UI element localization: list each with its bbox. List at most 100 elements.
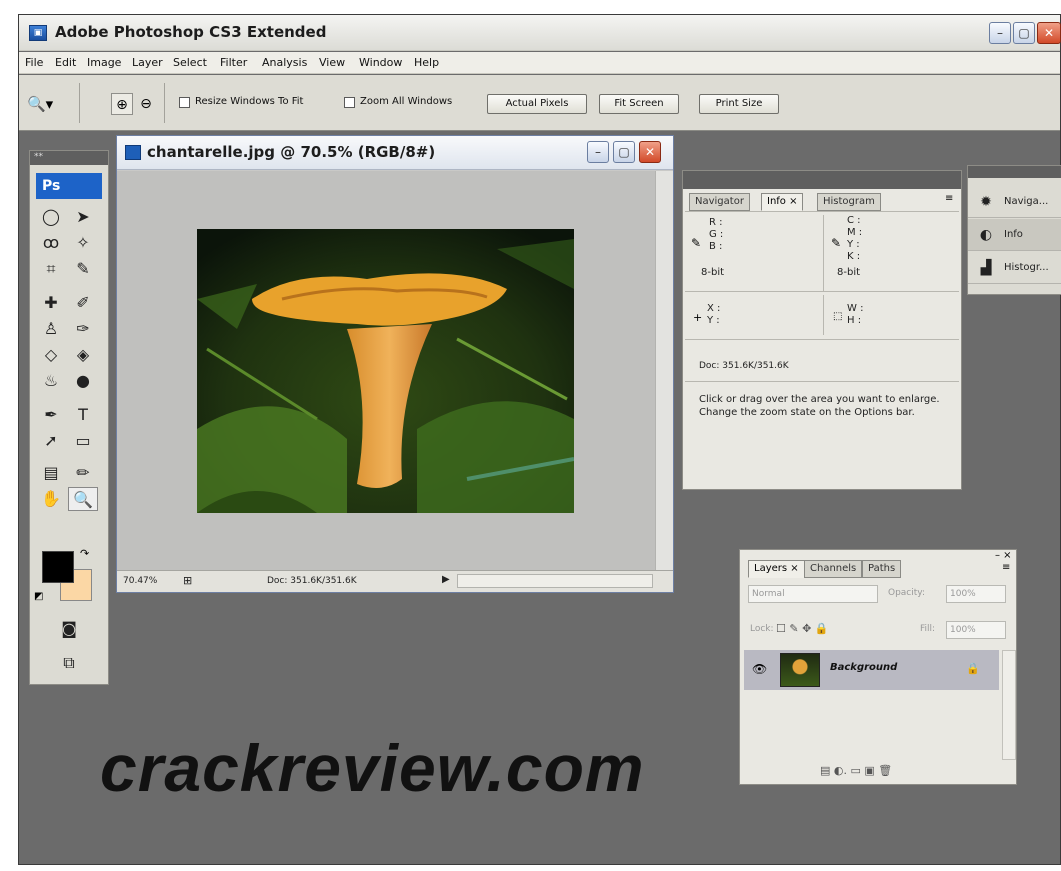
panel-close-icon[interactable]: – × — [995, 550, 1012, 561]
marquee-tool-icon[interactable]: ◯ — [36, 205, 66, 229]
visibility-eye-icon[interactable]: 👁 — [752, 662, 767, 676]
layer-thumbnail — [780, 653, 820, 687]
divider — [685, 339, 959, 340]
layers-menu-icon[interactable]: ≡ — [1002, 562, 1010, 573]
canvas-area[interactable] — [117, 171, 655, 570]
doc-minimize-button[interactable]: – — [587, 141, 609, 163]
clone-stamp-tool-icon[interactable]: ♙ — [36, 317, 66, 341]
menu-file[interactable]: File — [25, 56, 43, 69]
screen-mode-icon[interactable]: ⧉ — [54, 651, 84, 675]
menu-window[interactable]: Window — [359, 56, 402, 69]
horizontal-scrollbar[interactable] — [457, 574, 653, 588]
tab-histogram[interactable]: Histogram — [817, 193, 881, 211]
info-bit-right: 8-bit — [837, 267, 861, 278]
doc-close-button[interactable]: ✕ — [639, 141, 661, 163]
move-tool-icon[interactable]: ➤ — [68, 205, 98, 229]
watermark-text: crackreview.com — [100, 731, 645, 805]
info-b-label: B : — [709, 241, 723, 252]
menu-edit[interactable]: Edit — [55, 56, 76, 69]
minimize-button[interactable]: – — [989, 22, 1011, 44]
layer-name[interactable]: Background — [830, 662, 897, 673]
magic-wand-tool-icon[interactable]: ✧ — [68, 231, 98, 255]
quick-mask-icon[interactable]: ◙ — [54, 617, 84, 641]
dock-item-navigator[interactable]: ✹ Naviga... — [968, 186, 1061, 218]
paint-bucket-tool-icon[interactable]: ◈ — [68, 343, 98, 367]
zoom-in-icon[interactable]: ⊕ — [111, 93, 133, 115]
tab-info[interactable]: Info × — [761, 193, 804, 211]
zoom-tool-preset-icon[interactable]: 🔍▾ — [27, 93, 65, 115]
hand-tool-icon[interactable]: ✋ — [36, 487, 66, 511]
menu-bar: File Edit Image Layer Select Filter Anal… — [19, 52, 1060, 74]
dock-item-histogram[interactable]: ▟ Histogr... — [968, 252, 1061, 284]
menu-filter[interactable]: Filter — [220, 56, 247, 69]
healing-brush-tool-icon[interactable]: ✚ — [36, 291, 66, 315]
eraser-tool-icon[interactable]: ◇ — [36, 343, 66, 367]
actual-pixels-button[interactable]: Actual Pixels — [487, 94, 587, 114]
status-preview-icon[interactable]: ⊞ — [183, 574, 192, 587]
blend-mode-select[interactable]: Normal — [748, 585, 878, 603]
layer-row-background[interactable]: 👁 Background 🔒 — [744, 650, 999, 690]
menu-analysis[interactable]: Analysis — [262, 56, 307, 69]
info-panel: Navigator Info × Histogram ≡ ✎ R : G : B… — [682, 170, 962, 490]
print-size-button[interactable]: Print Size — [699, 94, 779, 114]
tab-channels[interactable]: Channels — [804, 560, 863, 578]
foreground-color-swatch[interactable] — [42, 551, 74, 583]
menu-help[interactable]: Help — [414, 56, 439, 69]
layers-scrollbar[interactable] — [1002, 650, 1016, 760]
dock-item-info[interactable]: ◐ Info — [968, 219, 1061, 251]
zoom-all-checkbox[interactable] — [344, 97, 355, 108]
dock-grip[interactable] — [968, 166, 1061, 178]
layer-lock-icon: 🔒 — [966, 662, 980, 675]
zoom-tool-icon[interactable]: 🔍 — [68, 487, 98, 511]
menu-select[interactable]: Select — [173, 56, 207, 69]
type-tool-icon[interactable]: T — [68, 403, 98, 427]
lasso-tool-icon[interactable]: ꝏ — [36, 231, 66, 255]
notes-tool-icon[interactable]: ▤ — [36, 461, 66, 485]
opacity-input[interactable]: 100% — [946, 585, 1006, 603]
panel-menu-icon[interactable]: ≡ — [945, 193, 953, 204]
menu-view[interactable]: View — [319, 56, 345, 69]
blur-tool-icon[interactable]: ♨ — [36, 369, 66, 393]
zoom-level[interactable]: 70.47% — [123, 576, 157, 586]
chanterelle-photo[interactable] — [197, 229, 574, 513]
tab-paths[interactable]: Paths — [862, 560, 902, 578]
tab-navigator[interactable]: Navigator — [689, 193, 750, 211]
dodge-tool-icon[interactable]: ● — [68, 369, 98, 393]
lock-icons[interactable]: ☐ ✎ ✥ 🔒 — [776, 622, 828, 635]
layers-footer-icons[interactable]: ▤ ◐. ▭ ▣ 🗑 — [820, 764, 892, 777]
tab-layers[interactable]: Layers × — [748, 560, 805, 578]
crop-tool-icon[interactable]: ⌗ — [36, 257, 66, 281]
path-selection-tool-icon[interactable]: ➚ — [36, 429, 66, 453]
panel-grip[interactable] — [683, 171, 961, 189]
menu-image[interactable]: Image — [87, 56, 121, 69]
toolbox-grip[interactable]: ** — [30, 151, 108, 165]
close-button[interactable]: ✕ — [1037, 22, 1061, 44]
slice-tool-icon[interactable]: ✎ — [68, 257, 98, 281]
info-y-coord-label: Y : — [707, 315, 720, 326]
info-help-text: Click or drag over the area you want to … — [699, 394, 940, 418]
resize-windows-checkbox[interactable] — [179, 97, 190, 108]
menu-layer[interactable]: Layer — [132, 56, 163, 69]
fill-input[interactable]: 100% — [946, 621, 1006, 639]
swap-colors-icon[interactable]: ↷ — [80, 547, 89, 560]
info-m-label: M : — [847, 227, 863, 238]
brush-tool-icon[interactable]: ✐ — [68, 291, 98, 315]
document-vertical-scrollbar[interactable] — [655, 171, 673, 570]
shape-tool-icon[interactable]: ▭ — [68, 429, 98, 453]
status-menu-arrow-icon[interactable]: ▶ — [442, 574, 450, 585]
divider — [823, 295, 824, 335]
pen-tool-icon[interactable]: ✒ — [36, 403, 66, 427]
info-c-label: C : — [847, 215, 861, 226]
doc-maximize-button[interactable]: ▢ — [613, 141, 635, 163]
default-colors-icon[interactable]: ◩ — [34, 591, 43, 602]
maximize-button[interactable]: ▢ — [1013, 22, 1035, 44]
eyedropper-tool-icon[interactable]: ✏ — [68, 461, 98, 485]
zoom-out-icon[interactable]: ⊖ — [135, 93, 157, 115]
fit-screen-button[interactable]: Fit Screen — [599, 94, 679, 114]
lock-label: Lock: — [750, 624, 774, 634]
ps-app-icon: ▣ — [29, 25, 47, 41]
history-brush-tool-icon[interactable]: ✑ — [68, 317, 98, 341]
eyedropper-icon: ✎ — [691, 236, 702, 250]
navigator-icon: ✹ — [980, 194, 992, 210]
document-icon — [125, 145, 141, 160]
